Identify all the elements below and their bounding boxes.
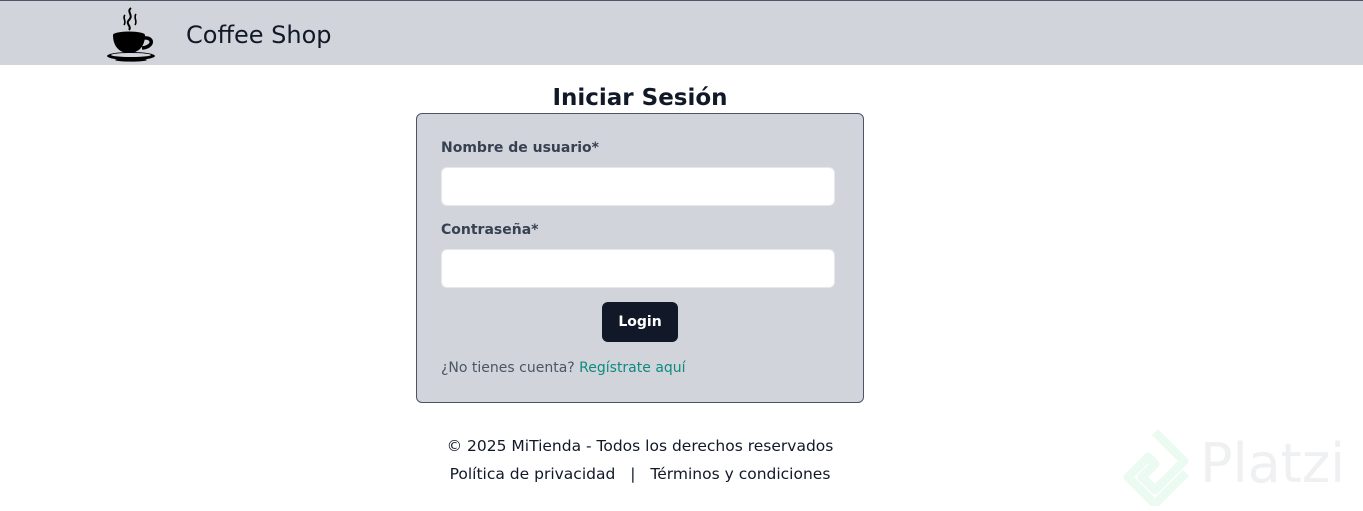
login-button[interactable]: Login: [602, 302, 678, 342]
watermark-text: Platzi: [1200, 432, 1346, 495]
platzi-watermark: Platzi: [1120, 428, 1356, 509]
footer-copyright: © 2025 MiTienda - Todos los derechos res…: [446, 437, 834, 455]
platzi-logo-icon: [1120, 428, 1190, 510]
page-title: Iniciar Sesión: [552, 85, 728, 111]
username-input[interactable]: [441, 167, 835, 206]
password-label: Contraseña*: [441, 222, 539, 238]
coffee-cup-icon[interactable]: [104, 6, 158, 62]
footer-separator: |: [630, 465, 636, 483]
footer-links: Política de privacidad | Términos y cond…: [0, 465, 1280, 483]
password-input[interactable]: [441, 249, 835, 288]
terms-link[interactable]: Términos y condiciones: [650, 465, 830, 483]
signup-line: ¿No tienes cuenta? Regístrate aquí: [441, 360, 686, 376]
signup-link[interactable]: Regístrate aquí: [579, 360, 685, 376]
username-label: Nombre de usuario*: [441, 140, 599, 156]
login-card: Nombre de usuario* Contraseña* Login ¿No…: [416, 113, 864, 403]
signup-prompt: ¿No tienes cuenta?: [441, 360, 575, 376]
brand-title[interactable]: Coffee Shop: [186, 20, 332, 50]
navbar: Coffee Shop: [0, 1, 1363, 65]
privacy-policy-link[interactable]: Política de privacidad: [450, 465, 616, 483]
